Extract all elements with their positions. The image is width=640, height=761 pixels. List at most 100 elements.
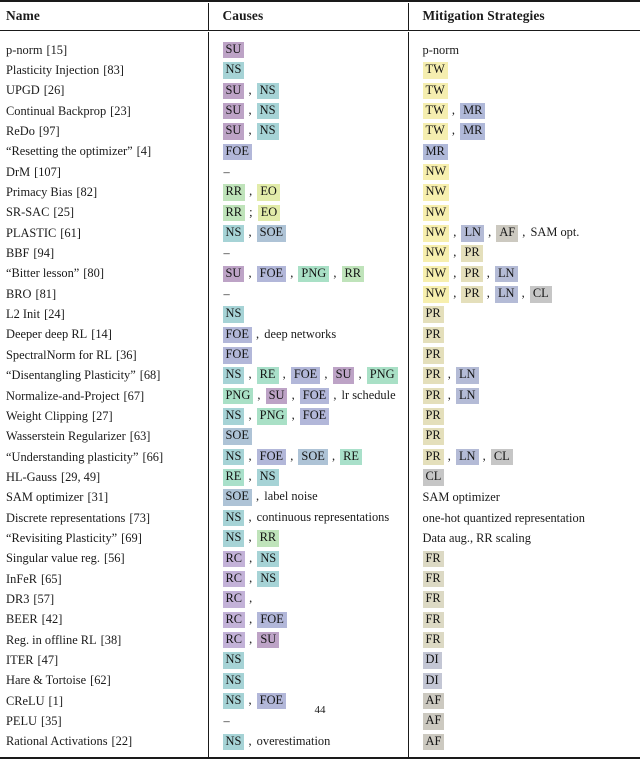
citation-ref[interactable]: [69]: [121, 531, 142, 545]
citation-ref[interactable]: [14]: [91, 327, 112, 341]
citation-ref[interactable]: [29, 49]: [61, 470, 100, 484]
separator: ,: [256, 489, 260, 504]
citation-ref[interactable]: [81]: [35, 287, 56, 301]
citation-ref[interactable]: [22]: [112, 734, 133, 748]
cell-mitigation: FR: [407, 589, 640, 610]
citation-ref[interactable]: [97]: [39, 124, 60, 138]
cause-text: label noise: [264, 489, 318, 504]
separator: ,: [248, 733, 252, 748]
separator: ,: [331, 448, 336, 463]
mitigation-tag-pr: PR: [461, 245, 483, 262]
citation-ref[interactable]: [73]: [129, 511, 150, 525]
citation-ref[interactable]: [47]: [38, 653, 59, 667]
citation-ref[interactable]: [38]: [101, 633, 122, 647]
table-spacer-top: [0, 32, 640, 40]
method-name: Plasticity Injection: [6, 63, 100, 78]
cause-tag-su: SU: [257, 631, 280, 649]
cell-mitigation: NW: [407, 202, 640, 224]
method-name: “Understanding plasticity”: [6, 449, 139, 464]
citation-ref[interactable]: [57]: [33, 592, 54, 606]
separator: ,: [248, 265, 252, 280]
mitigation-tag-cl: CL: [529, 286, 552, 303]
mitigation-tag-pr: PR: [422, 347, 444, 364]
mitigation-tag-pr: PR: [461, 265, 483, 283]
citation-ref[interactable]: [107]: [34, 165, 61, 179]
citation-ref[interactable]: [66]: [142, 450, 163, 464]
cell-causes: SU , NS: [207, 80, 408, 102]
cell-name: Continual Backprop [23]: [0, 101, 208, 121]
mitigation-tag-pr: PR: [422, 387, 444, 405]
cause-tag-foe: FOE: [256, 448, 287, 466]
citation-ref[interactable]: [94]: [33, 246, 54, 260]
separator: ,: [482, 448, 486, 463]
citation-ref[interactable]: [62]: [90, 673, 111, 687]
citation-ref[interactable]: [61]: [60, 226, 81, 240]
cell-mitigation: TW: [407, 80, 640, 102]
cell-causes: NS: [207, 60, 408, 81]
cause-tag-ns: NS: [222, 225, 245, 242]
cell-mitigation: NW: [407, 182, 640, 203]
cell-mitigation: SAM optimizer: [407, 487, 640, 508]
citation-ref[interactable]: [67]: [124, 389, 145, 403]
separator: ,: [248, 509, 252, 524]
mitigation-tag-cl: CL: [422, 469, 445, 486]
separator: ,: [248, 123, 252, 138]
cause-tag-foe: FOE: [299, 387, 330, 405]
cell-mitigation: PR , LN: [407, 385, 640, 407]
cell-mitigation: FR: [407, 568, 640, 590]
mitigation-tag-pr: PR: [461, 286, 483, 303]
cell-mitigation: PR , LN: [407, 365, 640, 386]
separator: ,: [248, 225, 252, 240]
cause-tag-ns: NS: [256, 469, 279, 486]
cause-text: lr schedule: [341, 387, 396, 402]
cell-name: SpectralNorm for RL [36]: [0, 345, 208, 365]
mitigation-tag-fr: FR: [422, 570, 444, 588]
cell-causes: RC ,: [207, 589, 408, 610]
citation-ref[interactable]: [83]: [103, 63, 124, 77]
mitigation-tag-mr: MR: [422, 143, 448, 161]
cell-name: “Resetting the optimizer” [4]: [0, 142, 208, 162]
cell-causes: FOE: [207, 345, 408, 366]
cause-tag-ns: NS: [256, 82, 279, 100]
cause-tag-su: SU: [222, 41, 245, 59]
separator: ,: [249, 591, 253, 606]
cell-causes: NS , RR: [207, 528, 408, 549]
cell-name: L2 Init [24]: [0, 304, 208, 324]
citation-ref[interactable]: [68]: [140, 368, 161, 382]
citation-ref[interactable]: [35]: [41, 714, 62, 728]
cell-name: ITER [47]: [0, 650, 208, 670]
citation-ref[interactable]: [80]: [83, 266, 104, 280]
mitigation-tag-di: DI: [422, 672, 442, 690]
separator: ,: [282, 367, 286, 382]
method-name: BBF: [6, 246, 30, 261]
mitigation-tag-di: DI: [422, 652, 442, 669]
mitigation-text: p-norm: [422, 42, 459, 57]
citation-ref[interactable]: [42]: [42, 612, 63, 626]
citation-ref[interactable]: [56]: [104, 551, 125, 565]
citation-ref[interactable]: [82]: [76, 185, 97, 199]
cell-name: BEER [42]: [0, 610, 208, 630]
cell-causes: NS , SOE: [207, 223, 408, 244]
table-row: p-norm [15] SU p-norm: [0, 40, 640, 61]
separator: ,: [453, 225, 457, 240]
mitigation-tag-nw: NW: [422, 225, 450, 242]
method-name: PLASTIC: [6, 225, 57, 240]
citation-ref[interactable]: [26]: [44, 83, 65, 97]
citation-ref[interactable]: [36]: [116, 348, 137, 362]
separator: ,: [249, 570, 253, 585]
citation-ref[interactable]: [63]: [130, 429, 151, 443]
cause-tag-soe: SOE: [222, 489, 252, 506]
citation-ref[interactable]: [31]: [87, 490, 108, 504]
citation-ref[interactable]: [27]: [92, 409, 113, 423]
citation-ref[interactable]: [23]: [110, 104, 131, 118]
citation-ref[interactable]: [4]: [137, 144, 151, 158]
citation-ref[interactable]: [25]: [53, 205, 74, 219]
citation-ref[interactable]: [24]: [44, 307, 65, 321]
cell-causes: FOE , deep networks: [207, 324, 408, 346]
citation-ref[interactable]: [65]: [41, 572, 62, 586]
citation-ref[interactable]: [15]: [46, 43, 67, 57]
separator: ,: [291, 408, 295, 423]
mitigation-tag-ln: LN: [455, 448, 479, 466]
cause-tag-ns: NS: [222, 652, 245, 669]
method-name: Singular value reg.: [6, 551, 100, 566]
